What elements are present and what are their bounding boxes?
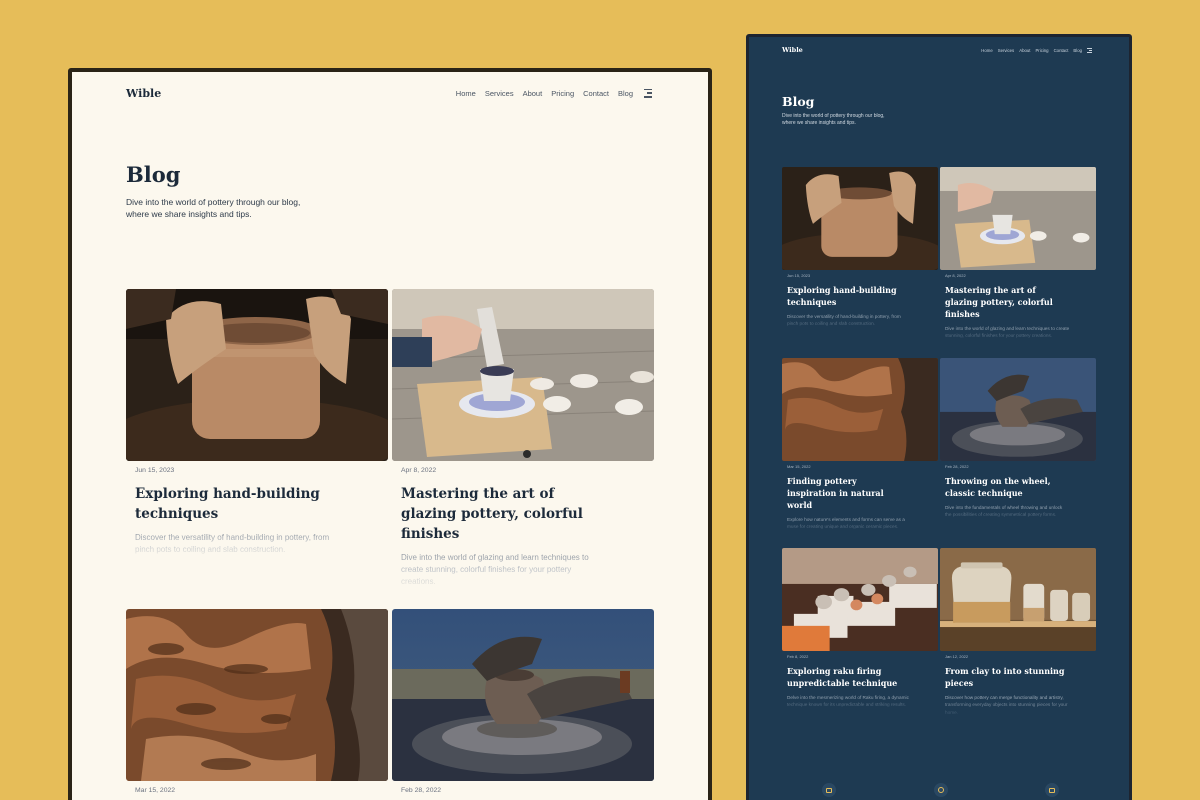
menu-icon[interactable] [1087,47,1092,53]
post-image-wheel[interactable] [392,609,654,781]
post-excerpt: Dive into the world of glazing and learn… [401,552,601,588]
site-logo[interactable]: Wible [782,46,803,54]
menu-icon[interactable] [644,88,652,98]
site-logo[interactable]: Wible [126,87,161,100]
post-date: Jun 15, 2023 [135,467,175,474]
blog-card[interactable]: Feb 28, 2022 Throwing on the wheel, clas… [940,358,1096,519]
nav-pricing[interactable]: Pricing [551,89,574,98]
image-icon[interactable] [1045,783,1059,797]
dark-theme-window: Wible Home Services About Pricing Contac… [746,34,1132,800]
post-image-glazing[interactable] [392,289,654,461]
smile-icon[interactable] [934,783,948,797]
page-title: Blog [126,162,181,187]
top-nav: Wible Home Services About Pricing Contac… [782,46,1092,54]
post-excerpt: Explore how nature's elements and forms … [787,516,912,531]
blog-card[interactable]: Apr 8, 2022 Mastering the art of glazing… [940,167,1096,340]
post-date: Feb 8, 2022 [787,654,809,659]
post-image-raku[interactable] [782,548,938,651]
post-title[interactable]: From clay to into stunning pieces [945,665,1065,689]
nav-home[interactable]: Home [981,48,992,53]
blog-card[interactable]: Jun 15, 2023 Exploring hand-building tec… [126,289,388,556]
nav-blog[interactable]: Blog [1073,48,1082,53]
blog-card[interactable]: Feb 28, 2022 [392,609,654,794]
post-title[interactable]: Exploring raku firing unpredictable tech… [787,665,907,689]
post-date: Jun 15, 2023 [787,273,811,278]
post-title[interactable]: Mastering the art of glazing pottery, co… [401,484,601,544]
post-title[interactable]: Exploring hand-building techniques [787,284,907,308]
blog-card[interactable]: Jan 12, 2022 From clay to into stunning … [940,548,1096,716]
post-image-jars[interactable] [940,548,1096,651]
post-image-hand-building[interactable] [126,289,388,461]
post-date: Feb 28, 2022 [401,787,442,794]
page-subtitle: Dive into the world of pottery through o… [782,113,885,127]
blog-card[interactable]: Feb 8, 2022 Exploring raku firing unpred… [782,548,938,709]
post-date: Apr 8, 2022 [401,467,437,474]
nav-pricing[interactable]: Pricing [1035,48,1048,53]
nav-services[interactable]: Services [485,89,514,98]
post-excerpt: Dive into the fundamentals of wheel thro… [945,504,1070,519]
nav-blog[interactable]: Blog [618,89,633,98]
blog-card[interactable]: Mar 15, 2022 Finding pottery inspiration… [782,358,938,531]
post-excerpt: Dive into the world of glazing and learn… [945,326,1070,339]
post-date: Apr 8, 2022 [945,273,966,278]
nav-contact[interactable]: Contact [1054,48,1069,53]
post-image-glazing[interactable] [940,167,1096,270]
page-subtitle: Dive into the world of pottery through o… [126,197,301,219]
top-nav: Wible Home Services About Pricing Contac… [126,86,652,100]
blog-card[interactable]: Mar 15, 2022 [126,609,388,794]
post-excerpt: Discover how pottery can merge functiona… [945,694,1070,716]
post-image-wheel[interactable] [940,358,1096,461]
post-title[interactable]: Throwing on the wheel, classic technique [945,475,1065,499]
nav-contact[interactable]: Contact [583,89,609,98]
light-theme-window: Wible Home Services About Pricing Contac… [68,68,712,800]
post-title[interactable]: Mastering the art of glazing pottery, co… [945,284,1065,320]
nav-about[interactable]: About [523,89,543,98]
post-date: Jan 12, 2022 [945,654,969,659]
post-excerpt: Delve into the mesmerizing world of Raku… [787,694,912,709]
post-excerpt: Discover the versatility of hand-buildin… [787,313,912,328]
nav-services[interactable]: Services [998,48,1014,53]
post-date: Feb 28, 2022 [945,464,969,469]
nav-links: Home Services About Pricing Contact Blog [981,47,1092,53]
post-image-nature[interactable] [126,609,388,781]
nav-home[interactable]: Home [456,89,476,98]
post-date: Mar 15, 2022 [135,787,176,794]
book-icon[interactable] [822,783,836,797]
post-image-hand-building[interactable] [782,167,938,270]
page-title: Blog [782,94,815,109]
blog-card[interactable]: Jun 15, 2023 Exploring hand-building tec… [782,167,938,328]
post-image-nature[interactable] [782,358,938,461]
nav-about[interactable]: About [1019,48,1030,53]
post-excerpt: Discover the versatility of hand-buildin… [135,532,335,556]
blog-card[interactable]: Apr 8, 2022 Mastering the art of glazing… [392,289,654,588]
post-title[interactable]: Finding pottery inspiration in natural w… [787,475,907,511]
post-date: Mar 15, 2022 [787,464,811,469]
nav-links: Home Services About Pricing Contact Blog [456,88,652,98]
post-title[interactable]: Exploring hand-building techniques [135,484,335,524]
